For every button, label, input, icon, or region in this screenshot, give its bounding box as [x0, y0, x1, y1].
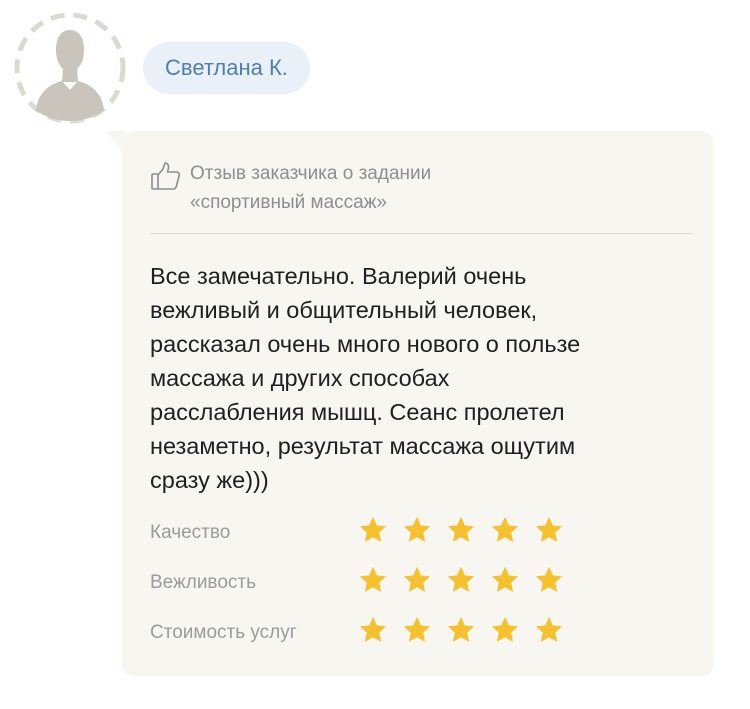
user-name-badge[interactable]: Светлана К.	[143, 42, 310, 94]
rating-label: Вежливость	[150, 572, 256, 593]
star-filled-icon	[535, 566, 563, 592]
review-header: Отзыв заказчика о задании «спортивный ма…	[150, 159, 690, 217]
star-rating	[358, 615, 578, 645]
star-filled-icon	[535, 616, 563, 642]
ratings-list: Качество Вежливость Стоимость услуг	[150, 509, 690, 659]
star-filled-icon	[491, 616, 519, 642]
star-filled-icon	[535, 516, 563, 542]
star-filled-icon	[491, 516, 519, 542]
review-text-line: рассказал очень много нового о пользе	[150, 331, 581, 357]
user-silhouette-icon	[36, 30, 104, 121]
review-task-name: «спортивный массаж»	[190, 192, 387, 213]
review-text-line: Все замечательно. Валерий очень	[150, 263, 527, 289]
review-text-line: незаметно, результат массажа ощутим	[150, 433, 576, 459]
rating-quality: Качество	[150, 509, 690, 559]
review-text-line: сразу же)))	[150, 467, 269, 493]
review-card: Отзыв заказчика о задании «спортивный ма…	[122, 131, 714, 676]
star-filled-icon	[359, 616, 387, 642]
review-text-line: вежливый и общительный человек,	[150, 297, 538, 323]
review-text-line: массажа и других способах	[150, 365, 450, 391]
divider	[150, 233, 692, 234]
rating-label: Качество	[150, 522, 231, 543]
review-screen: Светлана К. Отзыв заказчика о задании «с…	[0, 0, 750, 709]
star-filled-icon	[447, 616, 475, 642]
review-text: Все замечательно. Валерий очень вежливый…	[150, 259, 690, 497]
avatar[interactable]	[12, 10, 128, 126]
review-title: Отзыв заказчика о задании «спортивный ма…	[190, 159, 431, 217]
star-filled-icon	[359, 566, 387, 592]
rating-price: Стоимость услуг	[150, 609, 690, 659]
review-title-line: Отзыв заказчика о задании	[190, 163, 432, 184]
star-filled-icon	[403, 516, 431, 542]
review-text-line: расслабления мышц. Сеанс пролетел	[150, 399, 565, 425]
rating-label: Стоимость услуг	[150, 622, 297, 643]
thumbs-up-icon	[151, 162, 181, 190]
star-filled-icon	[447, 516, 475, 542]
star-filled-icon	[359, 516, 387, 542]
star-rating	[358, 515, 578, 545]
star-filled-icon	[403, 566, 431, 592]
star-filled-icon	[447, 566, 475, 592]
star-filled-icon	[403, 616, 431, 642]
star-rating	[358, 565, 578, 595]
star-filled-icon	[491, 566, 519, 592]
rating-politeness: Вежливость	[150, 559, 690, 609]
